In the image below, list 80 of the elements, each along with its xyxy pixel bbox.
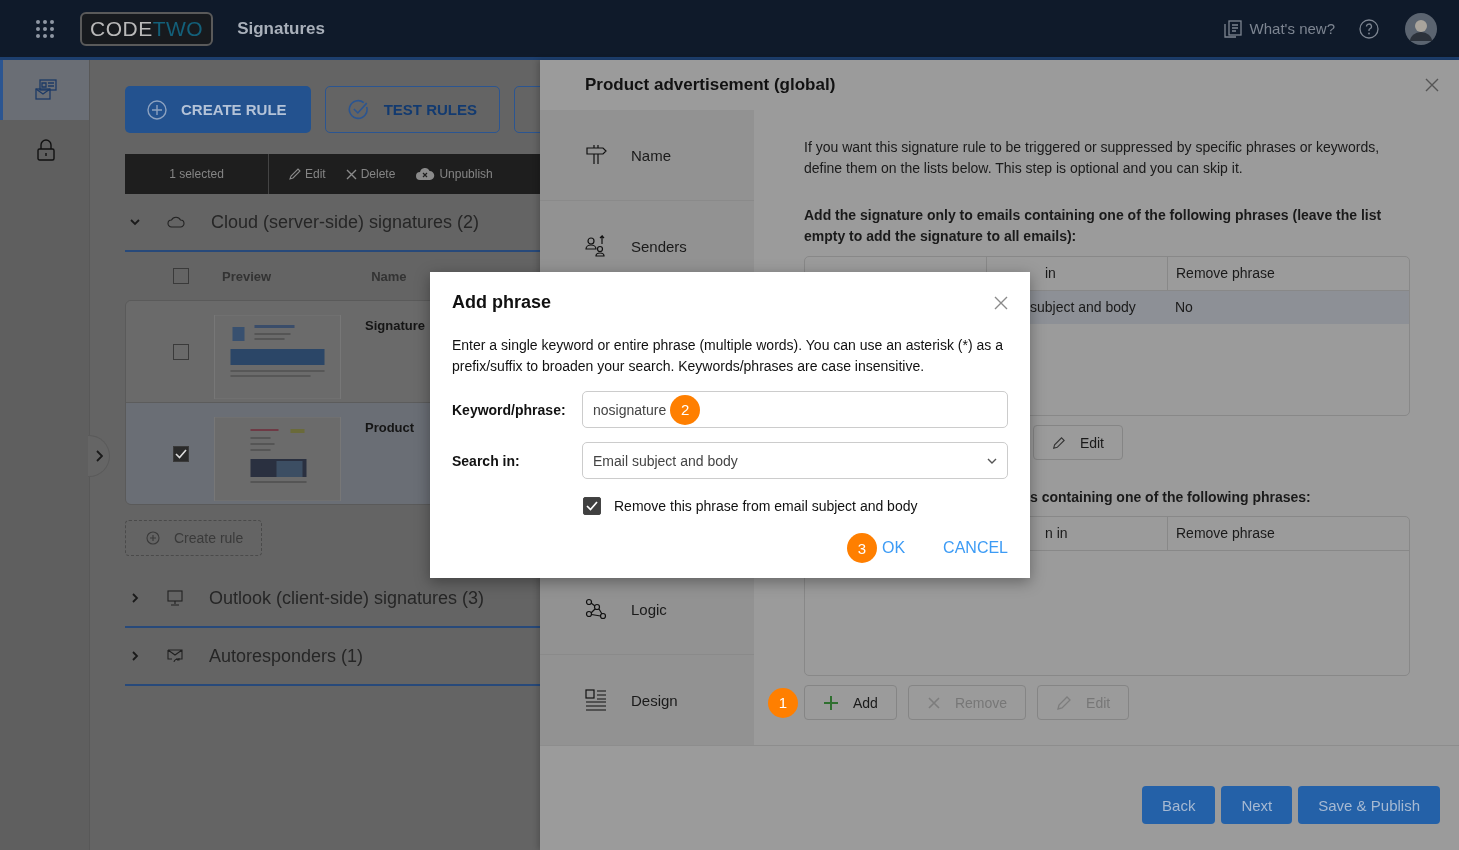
checkbox[interactable] [173,344,189,360]
group-title: Outlook (client-side) signatures (3) [209,587,485,609]
footer-button[interactable]: Back [1142,786,1216,824]
avatar[interactable] [1405,12,1437,45]
toolbar-button[interactable]: Edit [289,167,326,181]
keyword-field[interactable]: nosignature 2 [582,391,1008,428]
caret-icon [987,457,997,464]
cloud-icon [415,167,436,181]
close-icon [926,695,941,710]
toolbar-button[interactable]: Unpublish [415,167,493,181]
node-graph-icon [585,598,607,620]
checkmark-icon [586,501,598,511]
cloud-icon [167,216,185,228]
column-header: Remove phrase [1167,517,1409,550]
pencil-icon [289,168,301,180]
people-icon [585,235,607,257]
help-icon[interactable] [1359,18,1379,39]
step-badge: 1 [768,687,798,718]
field-label: Keyword/phrase: [452,401,567,418]
chevron-icon [94,450,103,462]
toolbar-button[interactable]: Delete [345,167,396,181]
check-circle-icon [348,98,370,121]
envelope-card-icon [35,79,57,101]
column-header: n in [1045,525,1068,541]
lock-icon [37,139,55,161]
expand-button[interactable] [88,435,110,477]
add-button[interactable]: Add [804,685,897,720]
action-button[interactable]: CREATE RULE [125,86,311,133]
rule-name: Product [365,420,415,435]
close-icon[interactable] [1425,78,1439,92]
checkbox[interactable] [173,446,189,462]
rule-name: Signature [365,318,425,333]
whats-new-link[interactable]: What's new? [1249,20,1335,37]
checkbox-label: Remove this phrase from email subject and body [614,498,918,514]
pencil-icon [1052,434,1066,451]
search-in-dropdown[interactable]: Email subject and body [582,442,1008,479]
step-badge: 3 [846,533,877,563]
checkmark-icon [175,449,187,459]
plus-icon [823,694,839,711]
column-header: in [1045,265,1056,281]
section-heading: Add the signature only to emails containing one of the following phrases (leave the list empty to add the signature to all emails): [804,206,1383,246]
selection-count: 1 selected [125,154,269,194]
column-header: Remove phrase [1167,257,1409,290]
app-title: Signatures [237,18,326,39]
dialog-title: Add phrase [452,292,552,313]
edit-button[interactable]: Edit [1033,425,1123,460]
envelope-icon [167,648,183,664]
chevron-icon [129,650,141,662]
checkbox[interactable] [173,268,189,284]
table-cell-text: No [1174,298,1194,317]
rail-item[interactable] [0,60,89,120]
monitor-icon [167,590,183,606]
footer-button[interactable]: Next [1221,786,1293,824]
section-heading: s containing one of the following phrases: [1030,489,1311,505]
panel-title: Product advertisement (global) [585,75,836,95]
logo: CODETWO [80,11,214,46]
group-title: Autoresponders (1) [209,645,364,667]
close-icon[interactable] [994,295,1008,310]
document-icon [1223,19,1242,38]
step-nav-item[interactable]: Name [540,110,754,201]
field-label: Search in: [452,452,521,469]
chevron-icon [129,216,141,228]
layout-icon [585,689,607,711]
step-nav-item[interactable]: Design [540,655,754,745]
step-badge: 2 [670,394,701,425]
group-title: Cloud (server-side) signatures (2) [211,211,480,233]
intro-text: If you want this signature rule to be triggered or suppressed by specific phrases or keywords, define them on the lists below. This step is optional and you can skip it. [804,138,1381,178]
app-launcher-icon[interactable] [35,18,55,39]
chevron-icon [129,592,141,604]
dialog-description: Enter a single keyword or entire phrase (multiple words). You can use an asterisk (*) as a prefix/suffix to broaden your search. Keywords/phrases are case insensitive. [452,336,1004,376]
checkbox[interactable] [583,497,601,515]
pencil-icon [1056,694,1073,711]
ok-button[interactable]: OK [881,539,906,557]
close-icon [345,168,357,180]
signpost-icon [585,144,607,166]
table-cell: subject and body [1030,299,1136,315]
footer-button[interactable]: Save & Publish [1298,786,1440,824]
plus-circle-icon [146,531,160,545]
plus-circle-icon [147,99,167,120]
cancel-button[interactable]: CANCEL [943,539,1008,557]
